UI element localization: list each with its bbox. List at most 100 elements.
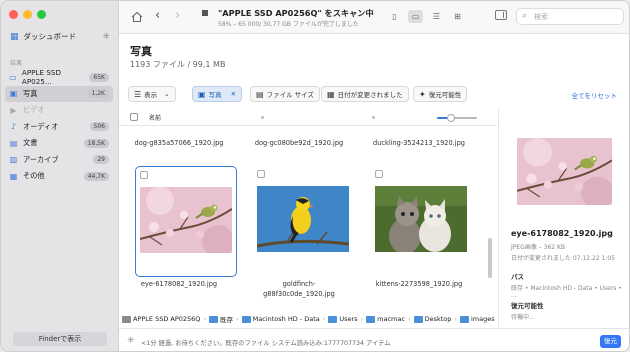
path-segment[interactable]: Macintosh HD - Data bbox=[241, 315, 320, 323]
chevron-down-icon: ⌄ bbox=[164, 90, 170, 98]
sidebar-item[interactable]: ♪ オーディオ 506 bbox=[5, 119, 113, 136]
tile-checkbox[interactable] bbox=[257, 170, 265, 178]
file-tile[interactable] bbox=[371, 166, 473, 277]
recoverability-filter-button[interactable]: ✦ 復元可能性 bbox=[413, 86, 468, 102]
folder-icon bbox=[413, 315, 423, 323]
zoom-window-button[interactable] bbox=[37, 10, 46, 19]
path-segment-label: 既存 bbox=[220, 316, 234, 324]
home-icon[interactable] bbox=[131, 11, 143, 23]
file-size-icon: ▤ bbox=[256, 89, 264, 99]
close-icon[interactable]: ✕ bbox=[231, 90, 236, 98]
close-window-button[interactable] bbox=[9, 10, 18, 19]
recoverability-value: 待機中... bbox=[511, 314, 535, 321]
file-name[interactable]: goldfinch- g88f30c0de_1920.jpg bbox=[244, 279, 354, 299]
file-name[interactable]: kittens-2273598_1920.jpg bbox=[364, 279, 474, 289]
disk-icon: ▭ bbox=[9, 72, 17, 82]
count-badge: 1,2K bbox=[87, 89, 109, 99]
select-all-checkbox[interactable] bbox=[130, 113, 138, 121]
date-filter-label: 日付が変更されました bbox=[337, 91, 403, 99]
path-segment[interactable]: images bbox=[459, 315, 495, 323]
path-segment-label: Desktop bbox=[424, 315, 452, 323]
folder-icon bbox=[241, 315, 251, 323]
back-icon[interactable]: ‹ bbox=[155, 8, 160, 23]
chevron-right-icon: › bbox=[322, 315, 326, 323]
folder-view-icon[interactable]: ▭ bbox=[408, 10, 423, 23]
sidebar-item-dashboard[interactable]: ▦ ダッシュボード ✳ bbox=[10, 31, 110, 42]
file-name[interactable]: dog-g835a57066_1920.jpg bbox=[124, 139, 234, 147]
sidebar-item[interactable]: ▶ ビデオ bbox=[5, 102, 113, 119]
chevron-right-icon: › bbox=[236, 315, 239, 323]
path-segment[interactable]: Desktop bbox=[413, 315, 452, 323]
minimize-window-button[interactable] bbox=[23, 10, 32, 19]
sidebar-item[interactable]: ▦ その他 44,7K bbox=[5, 168, 113, 185]
date-filter-button[interactable]: ▦ 日付が変更されました bbox=[321, 86, 409, 102]
reset-all-link[interactable]: 全てをリセット bbox=[572, 90, 617, 100]
sidebar-item[interactable]: ▭ APPLE SSD AP025... 65K bbox=[5, 68, 113, 86]
search-input[interactable] bbox=[534, 11, 619, 23]
path-bar: APPLE SSD AP0256Q › 既存 › Macintosh HD - Data… bbox=[119, 310, 497, 328]
forward-icon[interactable]: › bbox=[175, 8, 180, 23]
count-badge: 506 bbox=[89, 122, 109, 132]
scan-progress-text: 58% – 65 000/ 30,77 GB ファイルが完了しました bbox=[218, 21, 359, 28]
thumbnail-size-slider[interactable] bbox=[437, 114, 477, 122]
file-name[interactable]: duckling-3524213_1920.jpg bbox=[364, 139, 474, 147]
content-header: 写真 1193 ファイル / 99,1 MB bbox=[119, 34, 629, 80]
stop-scan-button[interactable] bbox=[202, 10, 208, 16]
show-in-finder-button[interactable]: Finderで表示 bbox=[13, 332, 107, 346]
file-tile[interactable] bbox=[253, 166, 355, 277]
toggle-preview-icon[interactable] bbox=[495, 10, 507, 20]
slider-knob[interactable] bbox=[447, 114, 455, 122]
folder-icon bbox=[209, 315, 219, 323]
chevron-right-icon: › bbox=[360, 315, 364, 323]
music-icon: ♪ bbox=[10, 122, 17, 132]
app-window: ▦ ダッシュボード ✳ 結果 ▭ APPLE SSD AP025... 65K ▣ 写真… bbox=[0, 0, 630, 352]
folder-icon bbox=[366, 315, 376, 323]
path-heading: パス bbox=[511, 273, 524, 281]
file-tile[interactable] bbox=[135, 166, 237, 277]
photo-filter-chip[interactable]: ▣ 写真 ✕ bbox=[192, 86, 243, 102]
preview-file-meta: JPEG画像 – 362 KB bbox=[511, 244, 566, 251]
path-segment[interactable]: 既存 bbox=[209, 314, 233, 324]
path-segment-label: images bbox=[470, 315, 495, 323]
sidebar-item[interactable]: ▣ 写真 1,2K bbox=[5, 85, 113, 102]
file-name[interactable]: eye-6178082_1920.jpg bbox=[124, 279, 234, 289]
file-name[interactable]: dog-gc080be92d_1920.jpg bbox=[244, 139, 354, 147]
chevron-right-icon: › bbox=[203, 315, 207, 323]
recoverability-heading: 復元可能性 bbox=[511, 302, 544, 310]
sidebar-item-label: 写真 bbox=[23, 88, 38, 98]
filesize-filter-button[interactable]: ▤ ファイル サイズ bbox=[250, 86, 320, 102]
file-icon[interactable]: ▯ bbox=[387, 10, 402, 23]
tile-checkbox[interactable] bbox=[140, 171, 148, 179]
disk-icon bbox=[122, 315, 131, 323]
spinner-icon: ✳ bbox=[127, 336, 135, 346]
path-segment[interactable]: APPLE SSD AP0256Q bbox=[122, 315, 200, 323]
sidebar-item[interactable]: ▥ アーカイブ 29 bbox=[5, 152, 113, 169]
search-field[interactable]: ⌕ bbox=[516, 8, 624, 25]
grid-view-icon[interactable]: ⊞ bbox=[450, 10, 465, 23]
path-segment[interactable]: macmac bbox=[366, 315, 405, 323]
path-segment-label: Users bbox=[339, 315, 358, 323]
view-icon: ☰ bbox=[134, 89, 142, 99]
vertical-scrollbar[interactable] bbox=[488, 238, 492, 278]
name-column-label[interactable]: 名前 bbox=[149, 113, 161, 122]
document-icon: ▤ bbox=[9, 138, 18, 148]
view-dropdown[interactable]: ☰ 表示 ⌄ bbox=[128, 86, 176, 102]
list-view-icon[interactable]: ☰ bbox=[429, 10, 444, 23]
path-segment[interactable]: Users bbox=[328, 315, 358, 323]
chevron-right-icon: › bbox=[407, 315, 411, 323]
file-name-line1: goldfinch- bbox=[282, 280, 316, 288]
column-divider bbox=[261, 116, 264, 119]
sidebar-list: ▭ APPLE SSD AP025... 65K ▣ 写真 1,2K ▶ ビデオ ♪ オーディオ 5… bbox=[5, 68, 113, 185]
sidebar-item[interactable]: ▤ 文書 18,5K bbox=[5, 135, 113, 152]
video-icon: ▶ bbox=[10, 105, 17, 115]
page-subtitle: 1193 ファイル / 99,1 MB bbox=[130, 60, 226, 69]
image-thumbnail bbox=[375, 186, 467, 252]
recover-button[interactable]: 復元 bbox=[600, 335, 621, 348]
filesize-filter-label: ファイル サイズ bbox=[266, 91, 314, 99]
status-text: <1分 経過, お待ちください。既存のファイル システム読み込み:1777707… bbox=[141, 340, 391, 347]
image-thumbnail bbox=[140, 187, 232, 253]
path-segment-label: macmac bbox=[377, 315, 405, 323]
tile-checkbox[interactable] bbox=[375, 170, 383, 178]
sidebar-item-label: アーカイブ bbox=[23, 154, 59, 164]
view-label: 表示 bbox=[144, 91, 158, 99]
